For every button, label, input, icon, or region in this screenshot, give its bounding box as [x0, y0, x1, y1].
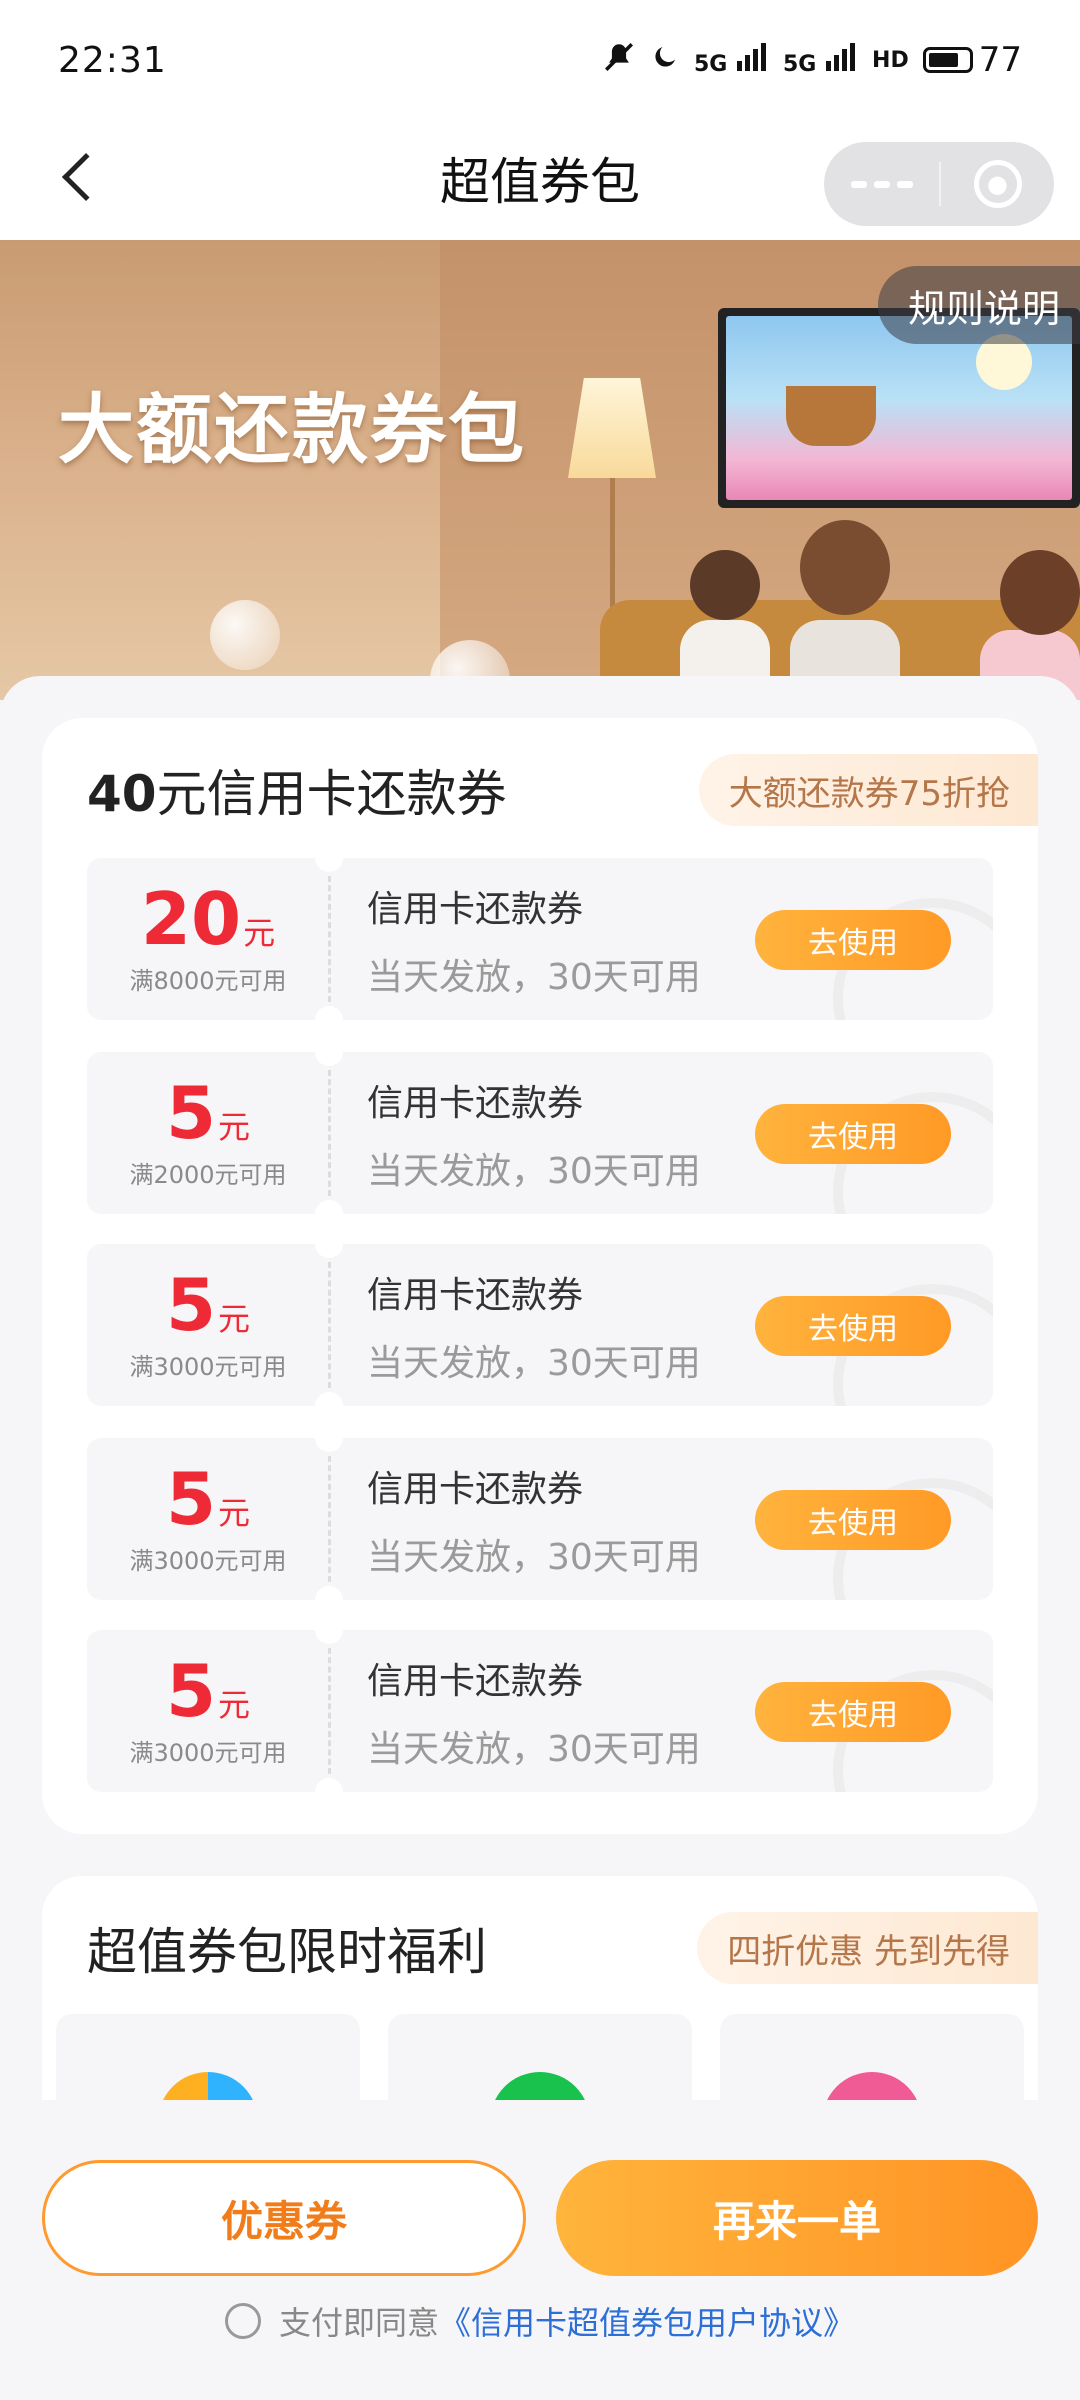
- coupon-name: 信用卡还款券: [367, 1661, 584, 1702]
- coupon-item: 5元 满3000元可用 信用卡还款券 当天发放，30天可用 去使用: [87, 1244, 993, 1406]
- discount-tag: 大额还款券75折抢: [698, 754, 1038, 826]
- card-header: 超值券包限时福利 四折优惠 先到先得: [87, 1908, 1038, 1988]
- nav-bar: 超值券包 ●: [0, 120, 1080, 240]
- video-app-icon: [158, 2072, 258, 2100]
- coupon-condition: 满8000元可用: [129, 966, 287, 995]
- benefit-tile[interactable]: [56, 2014, 360, 2100]
- coupon-desc: 当天发放，30天可用: [367, 957, 701, 998]
- coupon-name: 信用卡还款券: [367, 1275, 584, 1316]
- coupon-value: 5元 满3000元可用: [129, 1262, 287, 1381]
- mute-icon: [602, 40, 636, 81]
- moon-icon: [650, 42, 680, 79]
- benefit-tile[interactable]: [388, 2014, 692, 2100]
- coupon-name: 信用卡还款券: [367, 889, 584, 930]
- coupon-name: 信用卡还款券: [367, 1083, 584, 1124]
- coupon-condition: 满3000元可用: [129, 1738, 287, 1767]
- coupon-item: 5元 满3000元可用 信用卡还款券 当天发放，30天可用 去使用: [87, 1630, 993, 1792]
- status-bar: 22:31 5G 5G HD 77: [0, 0, 1080, 120]
- agree-text: 支付即同意: [278, 2304, 439, 2342]
- agree-checkbox[interactable]: [224, 2303, 261, 2339]
- use-coupon-button[interactable]: 去使用: [755, 1490, 951, 1550]
- pink-app-icon: [822, 2072, 922, 2100]
- coupon-value: 5元 满3000元可用: [129, 1648, 287, 1767]
- rules-button[interactable]: 规则说明: [877, 266, 1080, 344]
- signal-5g-icon: 5G: [783, 43, 858, 77]
- coupon-button[interactable]: 优惠券: [42, 2160, 526, 2276]
- child-illustration: [690, 550, 760, 620]
- limited-benefit-card: 超值券包限时福利 四折优惠 先到先得: [42, 1876, 1038, 2100]
- status-time: 22:31: [58, 39, 167, 81]
- content-sheet: 40元信用卡还款券 大额还款券75折抢 20元 满8000元可用 信用卡还款券 …: [0, 676, 1080, 2100]
- use-coupon-button[interactable]: 去使用: [755, 1296, 951, 1356]
- benefit-tag: 四折优惠 先到先得: [697, 1912, 1038, 1984]
- mini-program-capsule: ●: [824, 142, 1054, 226]
- reorder-button[interactable]: 再来一单: [556, 2160, 1038, 2276]
- use-coupon-button[interactable]: 去使用: [755, 1104, 951, 1164]
- use-coupon-button[interactable]: 去使用: [755, 1682, 951, 1742]
- benefit-tile[interactable]: [720, 2014, 1024, 2100]
- more-button[interactable]: [824, 180, 939, 188]
- coupon-value: 5元 满2000元可用: [129, 1070, 287, 1189]
- coupon-value: 5元 满3000元可用: [129, 1456, 287, 1575]
- coupon-desc: 当天发放，30天可用: [367, 1343, 701, 1384]
- banner-title: 大额还款券包: [58, 385, 526, 474]
- more-dots-icon: [850, 180, 867, 188]
- coupon-value: 20元 满8000元可用: [129, 876, 287, 995]
- promo-banner: 大额还款券包 规则说明: [0, 240, 1080, 700]
- card-title: 40元信用卡还款券: [87, 765, 507, 823]
- battery-icon: 77: [922, 40, 1022, 80]
- coupon-condition: 满3000元可用: [129, 1352, 287, 1381]
- bottom-action-bar: 优惠券 再来一单 支付即同意 《信用卡超值券包用户协议》: [0, 2100, 1080, 2400]
- card-title: 超值券包限时福利: [87, 1923, 487, 1981]
- coupon-desc: 当天发放，30天可用: [367, 1537, 701, 1578]
- signal-5g-icon: 5G: [694, 43, 769, 77]
- coupon-name: 信用卡还款券: [367, 1469, 584, 1510]
- coupon-item: 5元 满3000元可用 信用卡还款券 当天发放，30天可用 去使用: [87, 1438, 993, 1600]
- agreement-link[interactable]: 《信用卡超值券包用户协议》: [439, 2298, 855, 2344]
- status-icons: 5G 5G HD 77: [602, 40, 1022, 81]
- card-header: 40元信用卡还款券 大额还款券75折抢: [87, 750, 1038, 830]
- coupon-condition: 满2000元可用: [129, 1160, 287, 1189]
- music-app-icon: [490, 2072, 590, 2100]
- hd-icon: HD: [872, 47, 909, 73]
- coupon-desc: 当天发放，30天可用: [367, 1151, 701, 1192]
- coupon-desc: 当天发放，30天可用: [367, 1729, 701, 1770]
- battery-level: 77: [978, 40, 1022, 80]
- close-circle-icon: ●: [973, 160, 1022, 208]
- use-coupon-button[interactable]: 去使用: [755, 910, 951, 970]
- close-button[interactable]: ●: [941, 160, 1054, 208]
- coupon-item: 5元 满2000元可用 信用卡还款券 当天发放，30天可用 去使用: [87, 1052, 993, 1214]
- coupon-item: 20元 满8000元可用 信用卡还款券 当天发放，30天可用 去使用: [87, 858, 993, 1020]
- repayment-coupon-card: 40元信用卡还款券 大额还款券75折抢 20元 满8000元可用 信用卡还款券 …: [42, 718, 1038, 1834]
- agreement-row: 支付即同意 《信用卡超值券包用户协议》: [0, 2298, 1080, 2344]
- coupon-condition: 满3000元可用: [129, 1546, 287, 1575]
